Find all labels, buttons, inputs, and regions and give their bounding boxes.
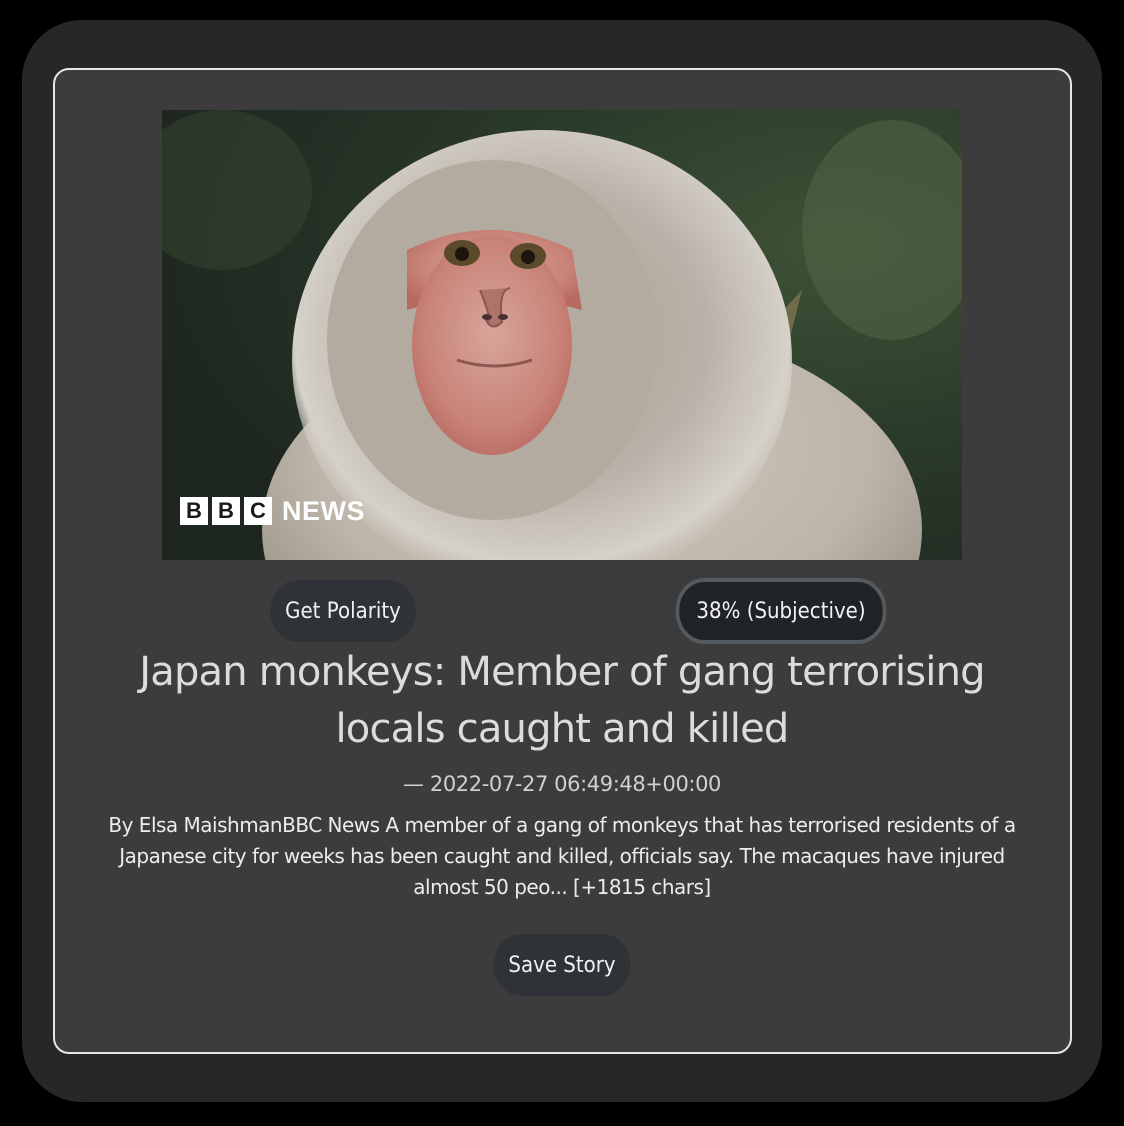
bbc-logo-letter: C xyxy=(244,497,272,525)
story-date: — 2022-07-27 06:49:48+00:00 xyxy=(402,772,722,796)
bbc-news-logo: B B C NEWS xyxy=(180,496,365,526)
bbc-logo-news: NEWS xyxy=(282,495,365,526)
story-image xyxy=(162,110,962,560)
story-headline: Japan monkeys: Member of gang terrorisin… xyxy=(139,649,985,752)
story-summary: By Elsa MaishmanBBC News A member of a g… xyxy=(108,813,1016,899)
save-story-button[interactable]: Save Story xyxy=(493,934,631,996)
bbc-logo-letter: B xyxy=(212,497,240,525)
get-polarity-button[interactable]: Get Polarity xyxy=(270,580,416,642)
bbc-logo-letter: B xyxy=(180,497,208,525)
polarity-result-badge[interactable]: 38% (Subjective) xyxy=(675,578,887,644)
